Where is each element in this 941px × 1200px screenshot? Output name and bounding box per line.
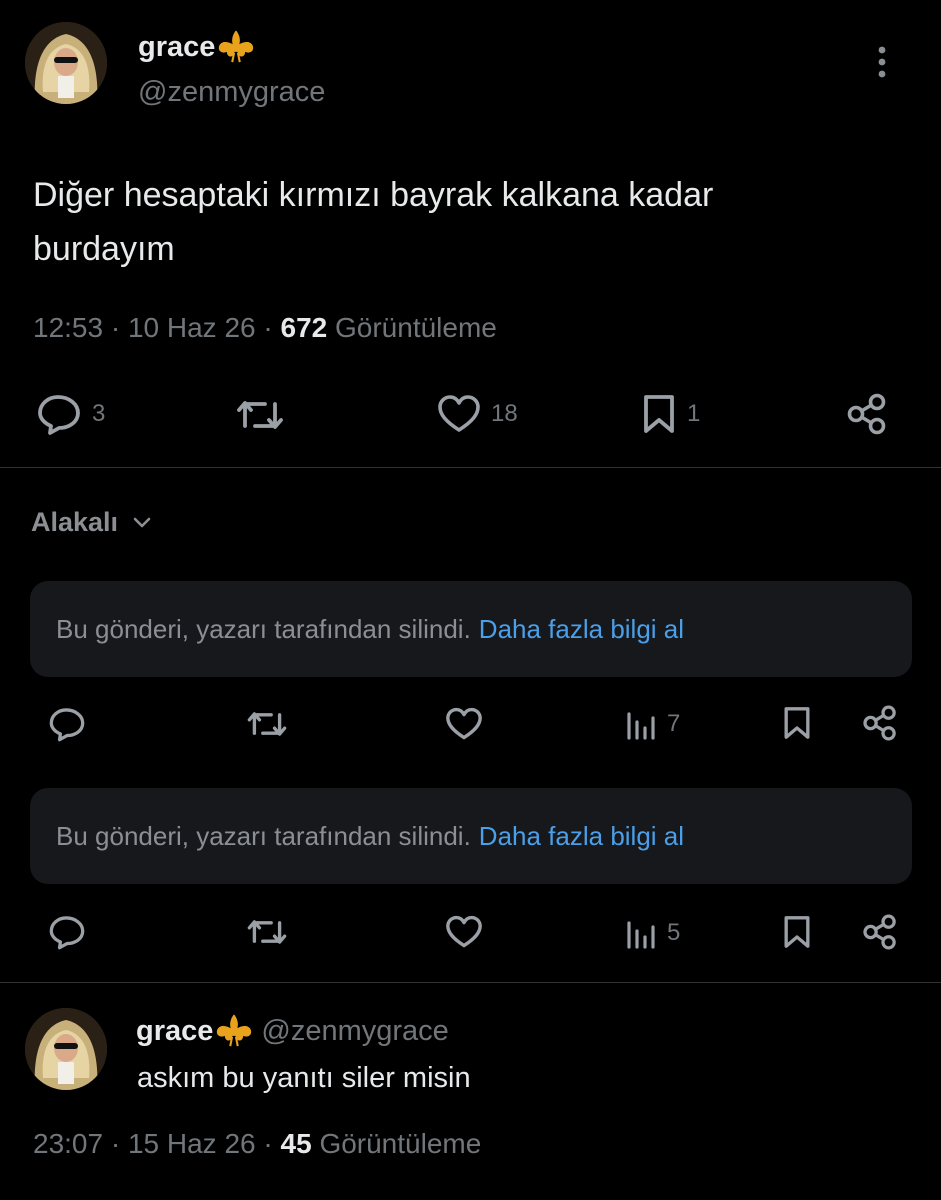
like-icon xyxy=(438,395,480,432)
more-icon[interactable] xyxy=(872,44,892,85)
retweet-icon xyxy=(247,920,287,944)
avatar[interactable] xyxy=(25,1008,107,1090)
user-handle[interactable]: @zenmygrace xyxy=(138,76,325,109)
share-button[interactable] xyxy=(862,914,898,950)
display-name-text[interactable]: grace xyxy=(138,31,215,64)
reply-button[interactable] xyxy=(48,914,86,950)
reply-count: 3 xyxy=(92,400,106,427)
retweet-icon xyxy=(247,712,287,736)
share-icon xyxy=(863,914,896,950)
learn-more-link[interactable]: Daha fazla bilgi al xyxy=(479,821,684,852)
divider xyxy=(0,467,941,468)
sort-label: Alakalı xyxy=(31,507,119,537)
bookmark-button[interactable] xyxy=(782,705,812,741)
bookmark-button[interactable]: 1 xyxy=(641,393,700,435)
learn-more-link[interactable]: Daha fazla bilgi al xyxy=(479,614,684,645)
retweet-button[interactable] xyxy=(235,396,285,434)
views-icon xyxy=(627,712,655,740)
views-count: 7 xyxy=(667,710,681,737)
tweet-date[interactable]: 15 Haz 26 xyxy=(128,1128,256,1159)
reply-icon xyxy=(49,708,85,742)
avatar[interactable] xyxy=(25,22,107,104)
views-label: Görüntüleme xyxy=(335,312,497,343)
views-icon xyxy=(627,921,655,949)
tweet-text: Diğer hesaptaki kırmızı bayrak kalkana k… xyxy=(33,168,893,276)
display-name[interactable]: grace xyxy=(138,30,255,64)
views-count: 672 xyxy=(280,312,328,343)
tweet-date[interactable]: 10 Haz 26 xyxy=(128,312,256,343)
display-name-text[interactable]: grace xyxy=(136,1015,213,1048)
fleur-de-lis-icon xyxy=(217,1014,252,1047)
share-icon xyxy=(863,705,896,741)
reply-meta: 23:07 · 15 Haz 26 · 45 Görüntüleme xyxy=(33,1128,482,1159)
views-count: 5 xyxy=(667,919,681,946)
tweet-text-line: Diğer hesaptaki kırmızı bayrak kalkana k… xyxy=(33,176,714,214)
bookmark-icon xyxy=(784,916,810,948)
like-button[interactable] xyxy=(445,707,483,741)
share-button[interactable] xyxy=(862,705,898,741)
reply-button[interactable] xyxy=(48,706,86,742)
tweet-meta: 12:53 · 10 Haz 26 · 672 Görüntüleme xyxy=(33,312,497,343)
deleted-post-text: Bu gönderi, yazarı tarafından silindi. xyxy=(56,820,471,851)
deleted-post-notice: Bu gönderi, yazarı tarafından silindi. D… xyxy=(30,788,912,884)
like-count: 18 xyxy=(491,400,518,427)
bookmark-button[interactable] xyxy=(782,914,812,950)
reply-icon xyxy=(38,395,80,435)
fleur-de-lis-icon xyxy=(219,30,254,63)
views-button[interactable]: 7 xyxy=(625,708,680,740)
retweet-icon xyxy=(237,401,283,429)
tweet-time[interactable]: 12:53 xyxy=(33,312,103,343)
deleted-post-notice: Bu gönderi, yazarı tarafından silindi. D… xyxy=(30,581,912,677)
like-icon xyxy=(446,915,482,948)
divider xyxy=(0,982,941,983)
views-button[interactable]: 5 xyxy=(625,917,680,949)
retweet-button[interactable] xyxy=(246,916,288,948)
bookmark-icon xyxy=(644,395,674,433)
tweet-text-line: burdayım xyxy=(33,230,175,268)
retweet-button[interactable] xyxy=(246,708,288,740)
bookmark-icon xyxy=(784,707,810,739)
chevron-down-icon xyxy=(133,517,151,527)
views-label: Görüntüleme xyxy=(319,1128,482,1159)
deleted-post-text: Bu gönderi, yazarı tarafından silindi. xyxy=(56,613,471,644)
like-icon xyxy=(446,707,482,740)
reply-button[interactable]: 3 xyxy=(36,393,105,435)
reply-text: askım bu yanıtı siler misin xyxy=(137,1062,471,1094)
tweet-time[interactable]: 23:07 xyxy=(33,1128,103,1159)
share-icon xyxy=(847,393,886,435)
reply-header: grace @zenmygrace xyxy=(136,1014,449,1048)
views-count: 45 xyxy=(280,1128,312,1159)
user-handle[interactable]: @zenmygrace xyxy=(261,1015,448,1048)
like-button[interactable] xyxy=(445,915,483,949)
share-button[interactable] xyxy=(846,393,888,435)
bookmark-count: 1 xyxy=(687,400,701,427)
reply-icon xyxy=(49,916,85,950)
like-button[interactable]: 18 xyxy=(437,394,518,434)
sort-dropdown[interactable]: Alakalı xyxy=(31,507,152,538)
